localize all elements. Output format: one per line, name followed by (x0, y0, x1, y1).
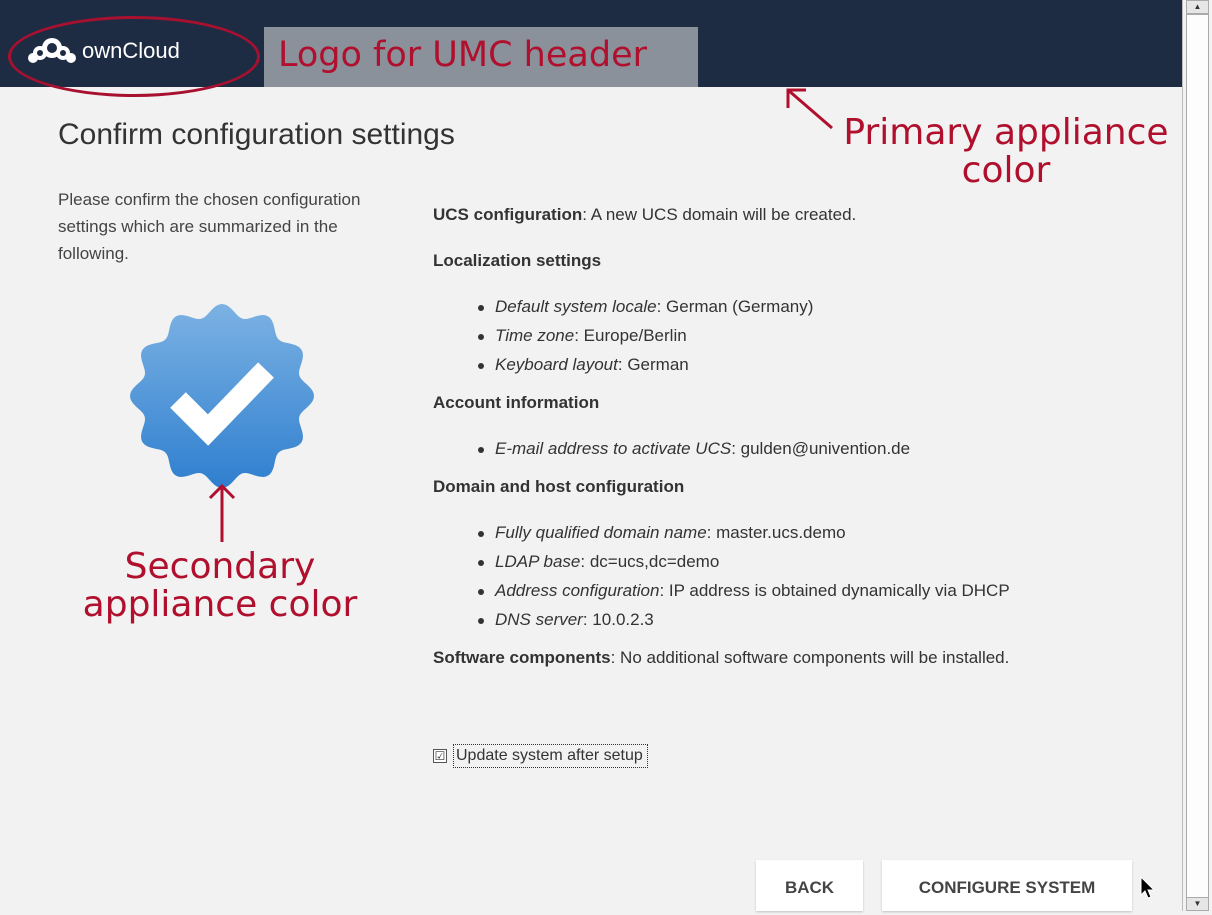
list-item: LDAP base: dc=ucs,dc=demo (433, 547, 1153, 576)
item-key: Fully qualified domain name (495, 523, 707, 542)
item-key: Address configuration (495, 581, 660, 600)
page-title: Confirm configuration settings (58, 118, 455, 151)
list-item: Keyboard layout: German (433, 350, 1153, 379)
software-label: Software components (433, 648, 611, 667)
primary-color-annotation: Primary appliance color (836, 114, 1176, 190)
update-system-option[interactable]: ☑ Update system after setup (433, 744, 648, 768)
check-badge-icon (130, 304, 314, 488)
item-key: Default system locale (495, 297, 657, 316)
configuration-summary: UCS configuration: A new UCS domain will… (433, 200, 1153, 672)
item-value: : IP address is obtained dynamically via… (659, 581, 1010, 600)
intro-text: Please confirm the chosen configuration … (58, 190, 361, 263)
list-item: Fully qualified domain name: master.ucs.… (433, 518, 1153, 547)
scroll-down-arrow-icon[interactable]: ▼ (1186, 897, 1209, 911)
update-system-label[interactable]: Update system after setup (453, 744, 648, 768)
item-value: : German (617, 355, 689, 374)
list-item: Address configuration: IP address is obt… (433, 576, 1153, 605)
list-item: Default system locale: German (Germany) (433, 292, 1153, 321)
logo-highlight-ellipse (8, 16, 260, 97)
software-value: : No additional software components will… (610, 648, 1010, 667)
scroll-up-arrow-icon[interactable]: ▲ (1186, 0, 1209, 14)
item-value: : dc=ucs,dc=demo (580, 552, 720, 571)
item-key: Keyboard layout (495, 355, 618, 374)
ucs-config-label: UCS configuration (433, 205, 583, 224)
primary-color-annotation-line1: Primary appliance (843, 112, 1169, 153)
secondary-color-annotation-line2: appliance color (82, 583, 358, 625)
account-heading: Account information (433, 393, 600, 412)
item-value: : gulden@univention.de (731, 439, 911, 458)
item-key: E-mail address to activate UCS (495, 439, 732, 458)
secondary-color-arrow-icon (208, 483, 236, 542)
domain-list: Fully qualified domain name: master.ucs.… (433, 518, 1153, 634)
ucs-config-line: UCS configuration: A new UCS domain will… (433, 200, 1153, 229)
list-item: E-mail address to activate UCS: gulden@u… (433, 434, 1153, 463)
secondary-color-annotation: Secondary appliance color (75, 548, 365, 624)
configure-system-button[interactable]: CONFIGURE SYSTEM (882, 860, 1132, 911)
item-key: DNS server (495, 610, 583, 629)
account-list: E-mail address to activate UCS: gulden@u… (433, 434, 1153, 463)
localization-list: Default system locale: German (Germany) … (433, 292, 1153, 379)
item-value: : German (Germany) (656, 297, 814, 316)
item-key: Time zone (495, 326, 575, 345)
secondary-color-annotation-line1: Secondary (124, 546, 316, 587)
mouse-pointer-icon (1140, 876, 1156, 899)
item-key: LDAP base (495, 552, 581, 571)
logo-annotation-label: Logo for UMC header (278, 35, 647, 75)
item-value: : 10.0.2.3 (582, 610, 654, 629)
ucs-config-value: : A new UCS domain will be created. (582, 205, 857, 224)
localization-heading: Localization settings (433, 251, 602, 270)
primary-color-annotation-line2: color (961, 149, 1051, 191)
primary-color-arrow-icon (786, 88, 833, 130)
item-value: : Europe/Berlin (574, 326, 687, 345)
back-button[interactable]: BACK (756, 860, 863, 911)
domain-heading: Domain and host configuration (433, 477, 685, 496)
list-item: DNS server: 10.0.2.3 (433, 605, 1153, 634)
item-value: : master.ucs.demo (706, 523, 846, 542)
update-system-checkbox[interactable]: ☑ (433, 749, 447, 763)
vertical-scrollbar[interactable]: ▲ ▼ (1182, 0, 1212, 911)
list-item: Time zone: Europe/Berlin (433, 321, 1153, 350)
software-line: Software components: No additional softw… (433, 643, 1153, 672)
scrollbar-track[interactable] (1186, 14, 1209, 898)
